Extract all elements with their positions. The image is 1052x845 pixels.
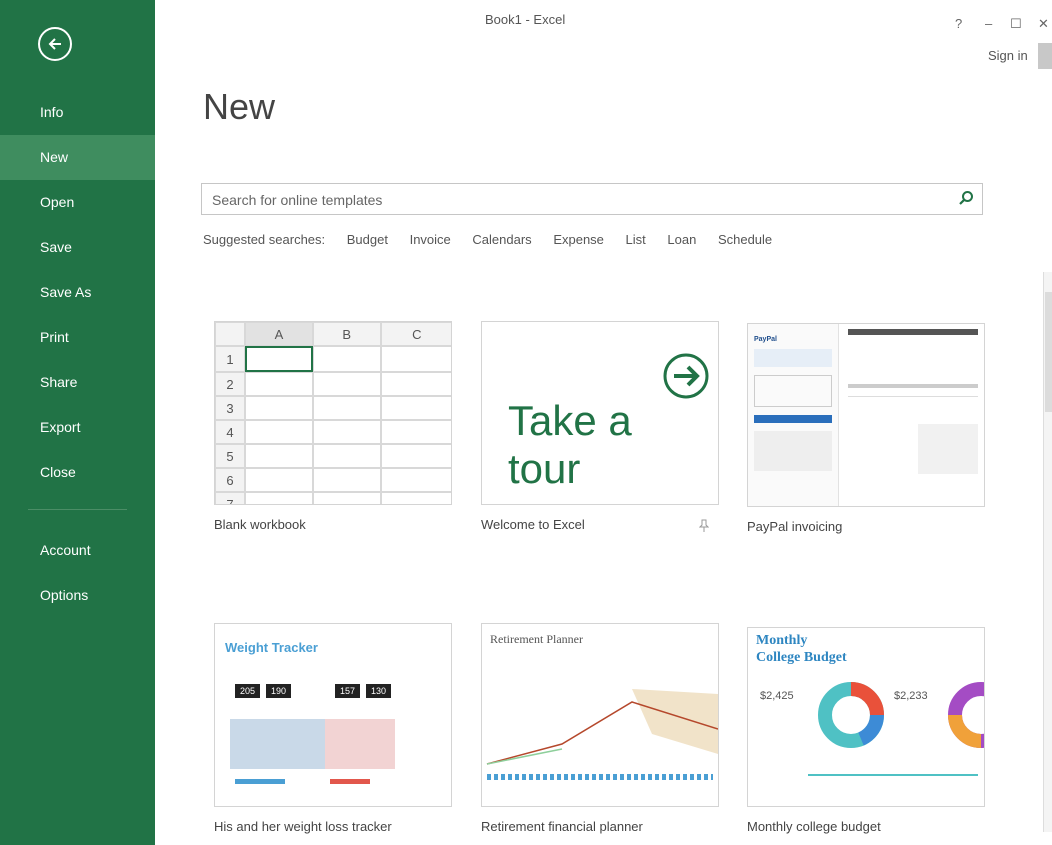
template-weight-loss-tracker[interactable]: Weight Tracker 205 190 157 130 His and h… [214, 623, 452, 834]
minimize-button[interactable]: – [985, 16, 992, 31]
template-label: PayPal invoicing [747, 519, 843, 534]
help-button[interactable]: ? [955, 16, 962, 31]
tour-line-1: Take a [508, 397, 632, 444]
tour-heading: Take a tour [508, 397, 632, 493]
retirement-projection-graph [486, 689, 718, 765]
back-arrow-icon [48, 38, 61, 50]
nav-item-account[interactable]: Account [0, 528, 155, 573]
suggested-budget[interactable]: Budget [347, 232, 388, 247]
blank-workbook-thumbnail: A B C 1 2 3 4 5 6 7 [214, 321, 452, 505]
budget-donut-chart [818, 682, 884, 748]
suggested-searches-label: Suggested searches: [203, 232, 326, 247]
row-header: 6 [215, 468, 245, 492]
row-header: 2 [215, 372, 245, 396]
forward-arrow-icon [663, 353, 709, 399]
template-blank-workbook[interactable]: A B C 1 2 3 4 5 6 7 Blank workbook [214, 321, 452, 532]
paypal-invoicing-thumbnail: PayPal [747, 323, 985, 507]
nav-item-open[interactable]: Open [0, 180, 155, 225]
take-a-tour-thumbnail: Take a tour [481, 321, 719, 505]
retirement-planner-thumbnail: Retirement Planner [481, 623, 719, 807]
avatar[interactable] [1038, 43, 1052, 69]
nav-item-save[interactable]: Save [0, 225, 155, 270]
suggested-searches: Suggested searches: Budget Invoice Calen… [203, 232, 790, 247]
backstage-nav: Info New Open Save Save As Print Share E… [0, 90, 155, 618]
column-header: A [245, 322, 313, 346]
close-button[interactable]: ✕ [1038, 16, 1049, 32]
nav-item-print[interactable]: Print [0, 315, 155, 360]
budget-donut-chart-2 [948, 682, 984, 748]
row-header: 3 [215, 396, 245, 420]
row-header: 5 [215, 444, 245, 468]
maximize-button[interactable]: ☐ [1010, 16, 1022, 32]
active-cell [245, 346, 313, 372]
template-paypal-invoicing[interactable]: PayPal PayPal invoicing [747, 323, 985, 534]
template-label: Monthly college budget [747, 819, 881, 834]
column-header: B [312, 322, 381, 346]
suggested-loan[interactable]: Loan [667, 232, 696, 247]
templates-scrollbar[interactable] [1043, 272, 1052, 832]
nav-divider [28, 509, 127, 510]
nav-item-export[interactable]: Export [0, 405, 155, 450]
page-title: New [203, 86, 276, 127]
back-button[interactable] [38, 27, 72, 61]
pin-icon[interactable] [699, 519, 709, 533]
scrollbar-thumb[interactable] [1045, 292, 1052, 412]
nav-item-new[interactable]: New [0, 135, 155, 180]
row-header: 4 [215, 420, 245, 444]
template-welcome-to-excel[interactable]: Take a tour Welcome to Excel [481, 321, 719, 532]
suggested-expense[interactable]: Expense [553, 232, 604, 247]
weight-tracker-thumbnail: Weight Tracker 205 190 157 130 [214, 623, 452, 807]
suggested-schedule[interactable]: Schedule [718, 232, 772, 247]
backstage-sidebar: Info New Open Save Save As Print Share E… [0, 0, 155, 845]
nav-item-close[interactable]: Close [0, 450, 155, 495]
nav-item-share[interactable]: Share [0, 360, 155, 405]
column-header: C [380, 322, 451, 346]
weight-tracker-title: Weight Tracker [225, 640, 318, 655]
paypal-logo: PayPal [754, 336, 777, 343]
sign-in-link[interactable]: Sign in [988, 48, 1028, 63]
blank-grid: A B C 1 2 3 4 5 6 7 [215, 322, 451, 504]
template-label: Blank workbook [214, 517, 306, 532]
template-label: Retirement financial planner [481, 819, 643, 834]
row-header: 1 [215, 346, 245, 372]
search-input[interactable] [210, 185, 934, 215]
retirement-title: Retirement Planner [490, 632, 583, 646]
nav-item-info[interactable]: Info [0, 90, 155, 135]
tour-line-2: tour [508, 445, 581, 492]
template-monthly-college-budget[interactable]: Monthly College Budget $2,425 $2,233 Mon… [747, 627, 985, 834]
template-label: Welcome to Excel [481, 517, 585, 532]
template-retirement-planner[interactable]: Retirement Planner Retirement financial … [481, 623, 719, 834]
suggested-invoice[interactable]: Invoice [410, 232, 451, 247]
paypal-side-panel: PayPal [748, 324, 839, 506]
nav-item-options[interactable]: Options [0, 573, 155, 618]
row-header: 7 [215, 492, 245, 504]
suggested-calendars[interactable]: Calendars [472, 232, 531, 247]
suggested-list[interactable]: List [626, 232, 646, 247]
search-icon[interactable] [958, 190, 974, 206]
nav-item-save-as[interactable]: Save As [0, 270, 155, 315]
college-budget-thumbnail: Monthly College Budget $2,425 $2,233 [747, 627, 985, 807]
template-label: His and her weight loss tracker [214, 819, 392, 834]
window-title: Book1 - Excel [485, 12, 566, 27]
template-search-box [201, 183, 983, 215]
college-budget-title: Monthly College Budget [756, 633, 847, 665]
